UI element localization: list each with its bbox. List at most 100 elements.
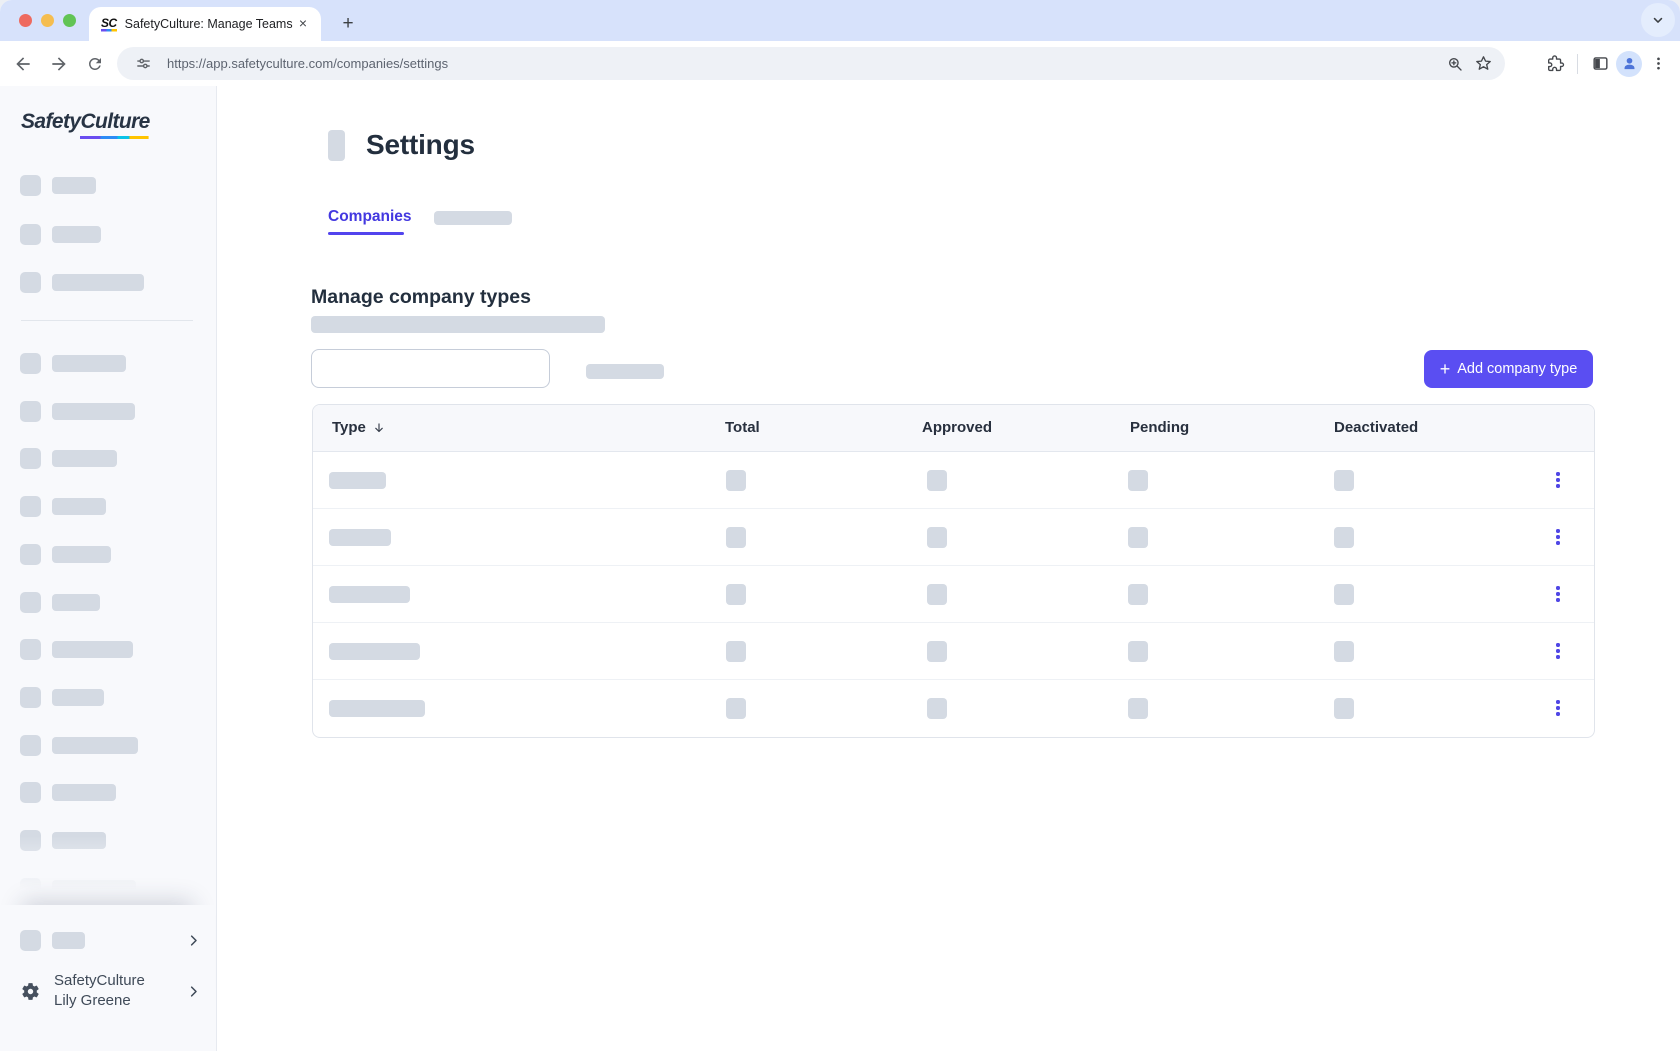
browser-tabstrip: SC SafetyCulture: Manage Teams and... × … [0,0,1680,41]
type-cell-skeleton [329,586,410,603]
close-window-button[interactable] [19,14,32,27]
sidebar-nav-item-skeleton[interactable] [20,878,136,899]
sidebar-nav-item-skeleton[interactable] [20,353,126,374]
deactivated-cell-skeleton [1334,584,1354,605]
browser-menu-icon[interactable] [1642,48,1674,80]
browser-tab[interactable]: SC SafetyCulture: Manage Teams and... × [89,7,321,41]
column-header-type-label: Type [332,419,366,436]
back-icon[interactable] [7,48,39,80]
nav-label-skeleton [52,737,138,754]
approved-cell-skeleton [927,641,947,662]
table-body [313,452,1594,737]
sidebar-nav-item-skeleton[interactable] [20,735,138,756]
new-tab-button[interactable]: + [334,10,362,38]
nav-icon-skeleton [20,272,41,293]
site-settings-icon[interactable] [129,50,157,78]
logo-culture: Culture [80,110,149,139]
chevron-right-icon [186,984,201,999]
nav-icon-skeleton [20,878,41,899]
reload-icon[interactable] [79,48,111,80]
tab-close-icon[interactable]: × [295,16,311,32]
sidebar-nav-item-skeleton[interactable] [20,687,104,708]
row-actions-kebab-icon[interactable] [1544,523,1572,551]
sidebar-nav-item-skeleton[interactable] [20,639,133,660]
sidebar-bottom-item[interactable] [20,930,201,951]
minimize-window-button[interactable] [41,14,54,27]
nav-icon-skeleton [20,687,41,708]
add-company-type-button[interactable]: + Add company type [1424,350,1593,388]
maximize-window-button[interactable] [63,14,76,27]
column-header-total: Total [725,419,760,436]
sidebar-nav-item-skeleton[interactable] [20,224,101,245]
nav-icon-skeleton [20,448,41,469]
tab-companies-underline [328,232,404,235]
section-description-skeleton [311,316,605,333]
toolbar-separator [1577,54,1578,74]
chevron-right-icon [186,933,201,948]
main-content: Settings Companies Manage company types … [217,86,1680,1051]
table-header-row: Type Total Approved Pending Deactivated [313,405,1594,452]
page-title: Settings [366,129,475,161]
table-row [313,509,1594,566]
sidebar-nav-item-skeleton[interactable] [20,401,135,422]
sidebar-nav-item-skeleton[interactable] [20,592,100,613]
sidebar-nav-item-skeleton[interactable] [20,448,117,469]
tab-companies[interactable]: Companies [328,208,412,226]
bookmark-star-icon[interactable] [1469,50,1497,78]
row-actions-kebab-icon[interactable] [1544,694,1572,722]
sidebar-nav-item-skeleton[interactable] [20,830,106,851]
total-cell-skeleton [726,698,746,719]
sidebar-divider [21,320,193,321]
sidebar-nav-item-skeleton[interactable] [20,782,116,803]
nav-label-skeleton [52,177,96,194]
type-cell-skeleton [329,700,425,717]
nav-label-skeleton [52,784,116,801]
type-cell-skeleton [329,472,386,489]
tab-search-chevron-icon[interactable] [1641,3,1675,37]
pending-cell-skeleton [1128,527,1148,548]
side-panel-icon[interactable] [1584,48,1616,80]
total-cell-skeleton [726,641,746,662]
type-cell-skeleton [329,643,420,660]
zoom-icon[interactable] [1441,50,1469,78]
row-actions-kebab-icon[interactable] [1544,580,1572,608]
nav-label-skeleton [52,274,144,291]
column-header-type[interactable]: Type [332,419,386,436]
sidebar-nav-item-skeleton[interactable] [20,175,96,196]
tab-skeleton[interactable] [434,211,512,225]
user-account-item[interactable]: SafetyCulture Lily Greene [20,971,201,1011]
row-actions-kebab-icon[interactable] [1544,637,1572,665]
total-cell-skeleton [726,527,746,548]
sidebar-nav-item-skeleton[interactable] [20,544,111,565]
bottom-item-icon-skeleton [20,930,41,951]
nav-label-skeleton [52,355,126,372]
nav-icon-skeleton [20,175,41,196]
table-row [313,680,1594,737]
nav-label-skeleton [52,689,104,706]
nav-icon-skeleton [20,496,41,517]
deactivated-cell-skeleton [1334,641,1354,662]
deactivated-cell-skeleton [1334,527,1354,548]
user-name: Lily Greene [54,991,145,1011]
forward-icon[interactable] [43,48,75,80]
nav-label-skeleton [52,832,106,849]
nav-icon-skeleton [20,592,41,613]
address-bar[interactable]: https://app.safetyculture.com/companies/… [117,47,1505,80]
plus-icon: + [1440,360,1451,378]
sidebar-nav-item-skeleton[interactable] [20,496,106,517]
user-org: SafetyCulture [54,971,145,991]
approved-cell-skeleton [927,470,947,491]
row-actions-kebab-icon[interactable] [1544,466,1572,494]
search-input[interactable] [311,349,550,388]
profile-avatar[interactable] [1616,51,1642,77]
table-row [313,452,1594,509]
extensions-icon[interactable] [1539,48,1571,80]
pending-cell-skeleton [1128,470,1148,491]
user-account-text: SafetyCulture Lily Greene [54,971,145,1011]
safetyculture-logo: SafetyCulture [21,110,150,134]
sidebar-nav-item-skeleton[interactable] [20,272,144,293]
sidebar: SafetyCulture Safety [0,86,217,1051]
deactivated-cell-skeleton [1334,698,1354,719]
safetyculture-favicon: SC [101,17,117,32]
pending-cell-skeleton [1128,698,1148,719]
